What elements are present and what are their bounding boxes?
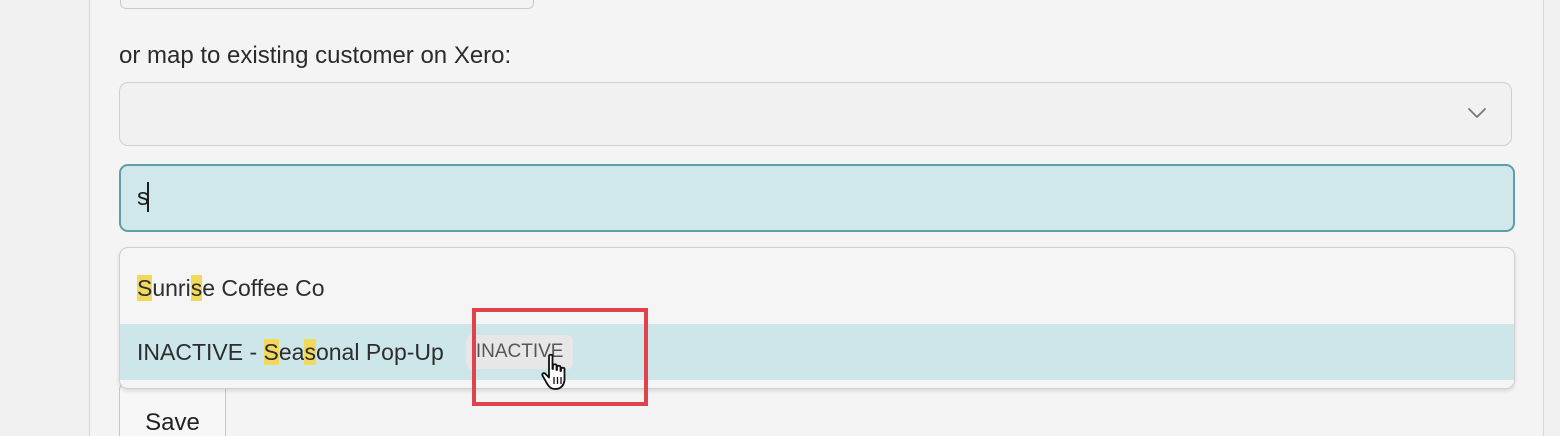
match-highlight: S bbox=[137, 275, 153, 301]
option-seasonal-pop-up[interactable]: INACTIVE - Seasonal Pop-Up INACTIVE bbox=[120, 324, 1514, 380]
customer-options-dropdown: Sunrise Coffee Co INACTIVE - Seasonal Po… bbox=[119, 247, 1515, 389]
hand-pointer-icon bbox=[541, 353, 566, 390]
map-customer-label: or map to existing customer on Xero: bbox=[119, 42, 512, 69]
option-text: e Coffee Co bbox=[202, 275, 325, 301]
customer-search-input[interactable] bbox=[119, 164, 1515, 232]
option-text: unri bbox=[152, 275, 191, 301]
chevron-down-icon[interactable] bbox=[1467, 107, 1487, 119]
page: or map to existing customer on Xero: Sav… bbox=[0, 0, 1560, 436]
left-gutter bbox=[0, 0, 90, 436]
match-highlight: S bbox=[263, 339, 279, 365]
option-text: onal Pop-Up bbox=[315, 339, 444, 365]
option-text: ea bbox=[278, 339, 305, 365]
previous-input-field[interactable] bbox=[120, 0, 534, 9]
option-sunrise-coffee-co[interactable]: Sunrise Coffee Co bbox=[120, 260, 1514, 316]
text-caret bbox=[147, 182, 149, 212]
match-highlight: s bbox=[304, 339, 316, 365]
save-button[interactable]: Save bbox=[119, 383, 226, 436]
right-scrollbar-gutter bbox=[1543, 0, 1560, 436]
match-highlight: s bbox=[190, 275, 203, 301]
option-text: INACTIVE - bbox=[137, 339, 264, 365]
xero-customer-select[interactable] bbox=[119, 82, 1512, 146]
